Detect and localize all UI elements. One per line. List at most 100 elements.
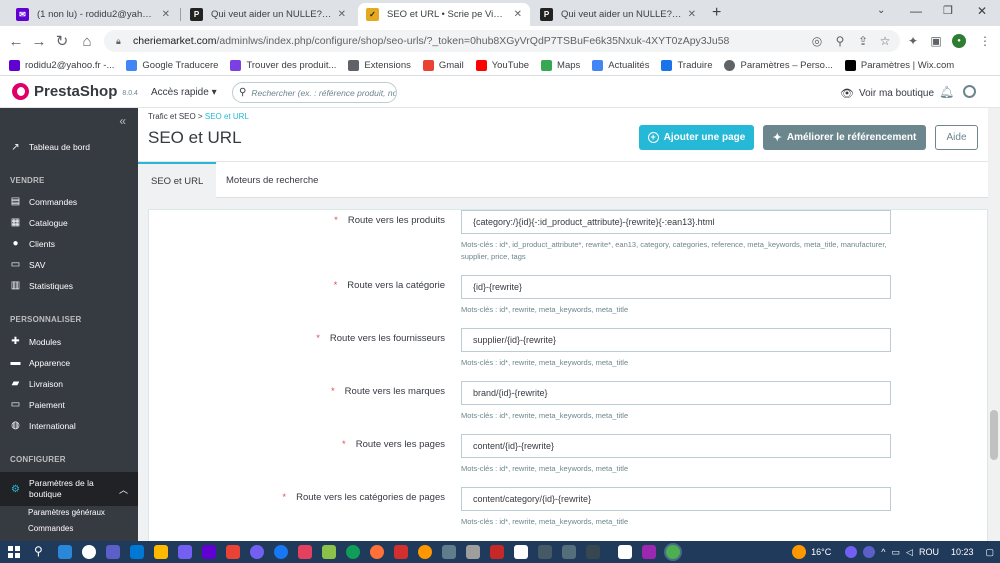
route-category-input[interactable]: {id}-{rewrite} — [461, 275, 891, 299]
menu-icon[interactable]: ⋮ — [978, 34, 992, 48]
improve-seo-button[interactable]: ✦ Améliorer le référencement — [763, 125, 926, 150]
tab-search-icon[interactable]: ⌄ — [877, 5, 885, 16]
gmail-icon[interactable] — [226, 545, 240, 559]
chrome-active-icon[interactable] — [666, 545, 680, 559]
firefox-icon[interactable] — [370, 545, 384, 559]
sidebar-item-customers[interactable]: ● Clients — [0, 237, 138, 250]
app-icon[interactable] — [130, 545, 144, 559]
page-scrollbar[interactable] — [988, 108, 1000, 541]
amazon-icon[interactable] — [514, 545, 528, 559]
sidebar-item-orders[interactable]: ▤ Commandes — [0, 195, 138, 208]
viber-tray-icon[interactable] — [845, 546, 858, 558]
sidebar-item-appearance[interactable]: ▬ Apparence — [0, 356, 138, 369]
app-icon[interactable] — [642, 545, 656, 559]
facebook-icon[interactable] — [274, 545, 288, 559]
prestashop-forum-icon[interactable] — [618, 545, 632, 559]
route-brands-input[interactable]: brand/{id}-{rewrite} — [461, 381, 891, 405]
app-icon[interactable] — [586, 545, 600, 559]
sidebar-item-catalog[interactable]: ▦ Catalogue — [0, 216, 138, 229]
browser-tab-seo[interactable]: ✓ SEO et URL • Scrie pe Viber: +37 ✕ — [358, 3, 530, 26]
windows-start-icon[interactable] — [8, 546, 20, 558]
sidebar-item-payment[interactable]: ▭ Paiement — [0, 398, 138, 411]
close-icon[interactable]: ✕ — [162, 9, 170, 20]
bookmark-products[interactable]: Trouver des produit... — [230, 60, 336, 71]
home-icon[interactable]: ⌂ — [77, 31, 97, 51]
edge-icon[interactable] — [346, 545, 360, 559]
sidebar-item-modules[interactable]: ✚ Modules — [0, 335, 138, 348]
quick-access-dropdown[interactable]: Accès rapide ▾ — [151, 87, 217, 98]
browser-tab-forum-1[interactable]: P Qui veut aider un NULLE?...Page ✕ — [182, 3, 354, 26]
sidebar-item-support[interactable]: ▭ SAV — [0, 258, 138, 271]
close-icon[interactable]: ✕ — [338, 9, 346, 20]
teams-icon[interactable] — [106, 545, 120, 559]
bookmark-yahoo[interactable]: rodidu2@yahoo.fr -... — [9, 60, 114, 71]
file-explorer-icon[interactable] — [154, 545, 168, 559]
add-page-button[interactable]: + Ajouter une page — [639, 125, 754, 150]
breadcrumb-parent[interactable]: Trafic et SEO — [148, 112, 196, 121]
instagram-icon[interactable] — [298, 545, 312, 559]
bookmark-extensions[interactable]: Extensions — [348, 60, 411, 71]
search-icon[interactable]: ⚲ — [34, 544, 43, 558]
bookmark-gmail[interactable]: Gmail — [422, 60, 464, 71]
tab-seo-url[interactable]: SEO et URL — [138, 162, 217, 198]
close-icon[interactable]: ✕ — [514, 9, 522, 20]
bookmark-translate[interactable]: Traduire — [661, 60, 712, 71]
window-close-icon[interactable]: ✕ — [977, 4, 987, 18]
minimize-icon[interactable]: — — [910, 4, 922, 18]
route-suppliers-input[interactable]: supplier/{id}-{rewrite} — [461, 328, 891, 352]
route-pages-input[interactable]: content/{id}-{rewrite} — [461, 434, 891, 458]
bookmark-star-icon[interactable]: ☆ — [878, 34, 892, 48]
admin-search-input[interactable]: ⚲ Rechercher (ex. : référence produit, no — [232, 82, 397, 103]
teams-tray-icon[interactable] — [863, 546, 876, 558]
user-account-icon[interactable] — [963, 85, 976, 98]
notifications-bell-icon[interactable]: 🔔︎ — [939, 85, 954, 99]
extensions-icon[interactable]: ✦ — [906, 34, 920, 48]
sidebar-subitem-general[interactable]: Paramètres généraux — [28, 508, 105, 517]
sidebar-item-international[interactable]: ◍ International — [0, 419, 138, 432]
weather-icon[interactable] — [792, 545, 807, 559]
restore-icon[interactable]: ❐ — [943, 4, 953, 17]
yahoo-icon[interactable] — [202, 545, 216, 559]
app-icon[interactable] — [394, 545, 408, 559]
help-button[interactable]: Aide — [935, 125, 978, 150]
route-products-input[interactable]: {category:/}{id}{-:id_product_attribute}… — [461, 210, 891, 234]
app-icon[interactable] — [562, 545, 576, 559]
back-icon[interactable]: ← — [6, 31, 26, 51]
reload-icon[interactable]: ↻ — [52, 31, 72, 51]
browser-tab-yahoo[interactable]: ✉ (1 non lu) - rodidu2@yahoo.fr - Y ✕ — [8, 3, 178, 26]
sidebar-item-shipping[interactable]: ▰ Livraison — [0, 377, 138, 390]
tab-search-engines[interactable]: Moteurs de recherche — [213, 162, 331, 198]
share-icon[interactable]: ⇪ — [856, 34, 870, 48]
scrollbar-thumb[interactable] — [990, 410, 998, 460]
sidebar-subitem-orders[interactable]: Commandes — [28, 524, 73, 533]
side-panel-icon[interactable]: ▣ — [929, 34, 943, 48]
volume-icon[interactable]: ◁ — [906, 547, 913, 558]
bookmark-news[interactable]: Actualités — [592, 60, 649, 71]
app-icon[interactable] — [466, 545, 480, 559]
view-shop-link[interactable]: 👁︎ Voir ma boutique — [840, 87, 934, 100]
bookmark-youtube[interactable]: YouTube — [475, 60, 529, 71]
breadcrumb-current[interactable]: SEO et URL — [205, 112, 249, 121]
sidebar-item-shop-parameters[interactable]: ⚙ Paramètres de la boutique ︿ — [0, 472, 138, 506]
task-view-icon[interactable] — [58, 545, 72, 559]
browser-tab-forum-2[interactable]: P Qui veut aider un NULLE?...Page ✕ — [532, 3, 704, 26]
new-tab-icon[interactable]: + — [712, 4, 721, 22]
profile-avatar-icon[interactable]: ● — [952, 34, 966, 48]
address-bar[interactable]: 🔒︎ cheriemarket.com/adminlws/index.php/c… — [104, 30, 900, 52]
viber-icon[interactable] — [178, 545, 192, 559]
prestashop-logo[interactable]: PrestaShop 8.0.4 — [12, 83, 138, 100]
forward-icon[interactable]: → — [29, 31, 49, 51]
language-indicator[interactable]: ROU — [919, 547, 939, 557]
show-hidden-icons[interactable]: ^ — [881, 547, 885, 557]
app-icon[interactable] — [442, 545, 456, 559]
route-page-categories-input[interactable]: content/category/{id}-{rewrite} — [461, 487, 891, 511]
app-icon[interactable] — [538, 545, 552, 559]
app-icon[interactable] — [322, 545, 336, 559]
bookmark-google-translate[interactable]: Google Traducere — [126, 60, 218, 71]
network-icon[interactable]: ▭ — [892, 547, 901, 558]
bookmark-maps[interactable]: Maps — [541, 60, 580, 71]
viber-icon[interactable] — [250, 545, 264, 559]
sidebar-item-stats[interactable]: ▥ Statistiques — [0, 279, 138, 292]
notifications-icon[interactable]: ▢ — [985, 547, 994, 558]
lens-icon[interactable]: ◎ — [810, 34, 824, 48]
